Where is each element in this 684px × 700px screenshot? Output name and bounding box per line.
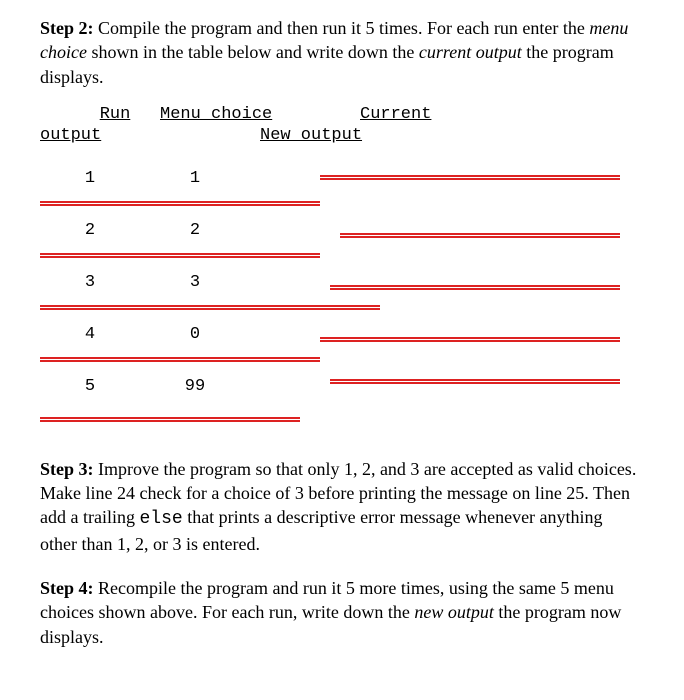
header-output: output	[40, 126, 101, 145]
choice-cell: 99	[140, 377, 250, 396]
table-row: 1 1	[40, 153, 644, 205]
header-run: Run	[100, 105, 131, 124]
blank-line	[40, 357, 320, 362]
table-header-row1: Run Menu choice Current	[40, 105, 644, 124]
run-table: Run Menu choice Current output New outpu…	[40, 105, 644, 433]
table-body: 1 1 2 2 3 3 4 0 5 99	[40, 153, 644, 433]
step4-label: Step 4:	[40, 578, 94, 598]
table-header-row2: output New output	[40, 126, 644, 145]
blank-line	[330, 285, 620, 290]
blank-line	[40, 201, 320, 206]
header-menu: Menu choice	[160, 105, 272, 124]
step4-italic1: new output	[414, 602, 494, 622]
table-row-tail	[40, 413, 644, 433]
header-current: Current	[360, 105, 431, 124]
choice-cell: 3	[140, 273, 250, 292]
choice-cell: 0	[140, 325, 250, 344]
header-new-output: New output	[260, 126, 362, 145]
step2-paragraph: Step 2: Compile the program and then run…	[40, 16, 644, 89]
run-cell: 5	[40, 377, 140, 396]
choice-cell: 2	[140, 221, 250, 240]
blank-line	[330, 379, 620, 384]
blank-line	[40, 417, 300, 422]
run-cell: 2	[40, 221, 140, 240]
step2-label: Step 2:	[40, 18, 94, 38]
blank-line	[320, 337, 620, 342]
step2-text2: shown in the table below and write down …	[87, 42, 419, 62]
choice-cell: 1	[140, 169, 250, 188]
run-cell: 3	[40, 273, 140, 292]
step4-paragraph: Step 4: Recompile the program and run it…	[40, 576, 644, 649]
blank-line	[320, 175, 620, 180]
blank-line	[40, 305, 380, 310]
blank-line	[340, 233, 620, 238]
table-row: 3 3	[40, 257, 644, 309]
blank-line	[40, 253, 320, 258]
step2-italic2: current output	[419, 42, 522, 62]
table-row: 5 99	[40, 361, 644, 413]
step3-paragraph: Step 3: Improve the program so that only…	[40, 457, 644, 556]
table-row: 4 0	[40, 309, 644, 361]
step3-mono1: else	[139, 509, 182, 529]
run-cell: 4	[40, 325, 140, 344]
run-cell: 1	[40, 169, 140, 188]
step2-text1: Compile the program and then run it 5 ti…	[98, 18, 589, 38]
step3-label: Step 3:	[40, 459, 94, 479]
table-row: 2 2	[40, 205, 644, 257]
